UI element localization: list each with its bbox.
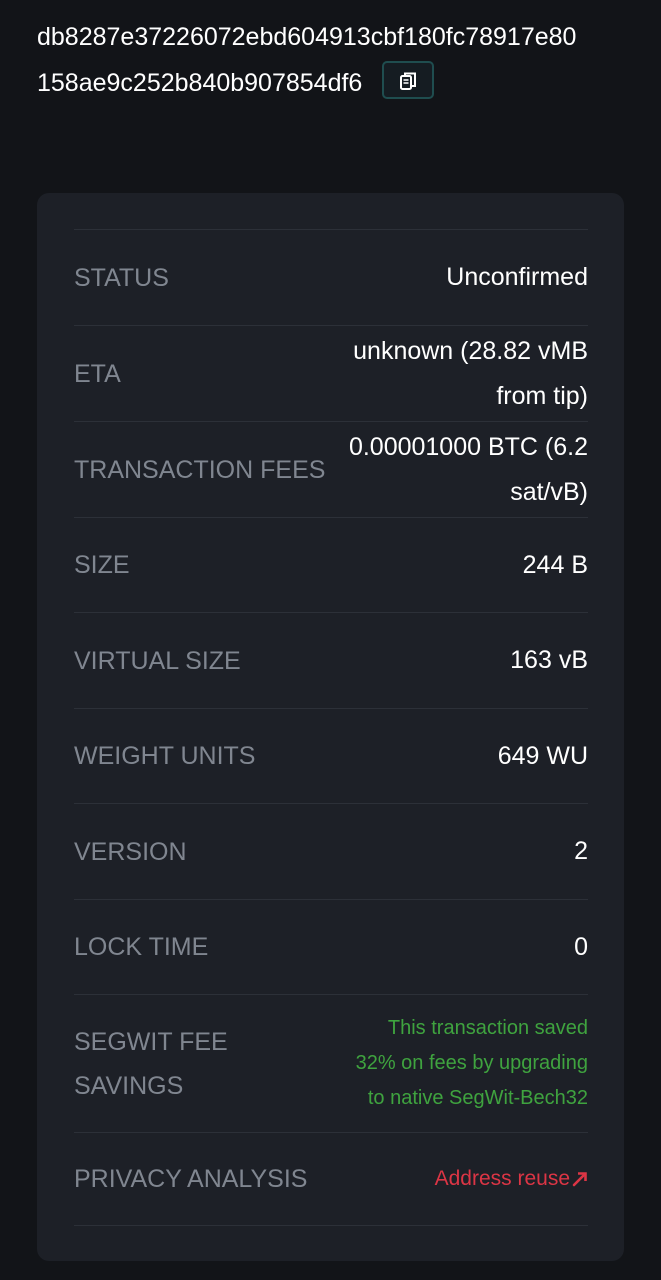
segwit-value-line-3: to native SegWit-Bech32 <box>367 1087 588 1109</box>
details-table: STATUS Unconfirmed ETA unknown (28.82 vM… <box>74 229 588 1226</box>
status-label: STATUS <box>74 263 169 292</box>
copy-txid-button[interactable] <box>382 61 435 100</box>
copy-icon <box>400 72 417 91</box>
segwit-savings-label: SEGWIT FEE SAVINGS <box>74 1020 228 1108</box>
segwit-label-line-2: SAVINGS <box>74 1071 184 1100</box>
version-label: VERSION <box>74 837 187 866</box>
virtual-size-value: 163 vB <box>510 646 588 674</box>
transaction-id: db8287e37226072ebd604913cbf180fc78917e80… <box>37 14 637 106</box>
eta-value-line-1: unknown (28.82 vMB <box>353 336 588 365</box>
version-row: VERSION 2 <box>74 804 588 900</box>
eta-label: ETA <box>74 359 121 388</box>
fees-value-line-1: 0.00001000 BTC (6.2 <box>348 432 588 461</box>
status-row: STATUS Unconfirmed <box>74 230 588 326</box>
segwit-value-line-2: 32% on fees by upgrading <box>355 1052 588 1074</box>
size-row: SIZE 244 B <box>74 518 588 613</box>
lock-time-value: 0 <box>574 932 588 961</box>
weight-units-row: WEIGHT UNITS 649 WU <box>74 709 588 804</box>
fees-value: 0.00001000 BTC (6.2 sat/vB) <box>349 425 588 515</box>
address-reuse-text: Address reuse <box>434 1167 570 1190</box>
privacy-analysis-row: PRIVACY ANALYSIS Address reuse <box>74 1133 588 1226</box>
segwit-value-line-1: This transaction saved <box>387 1017 588 1039</box>
fees-value-line-2: sat/vB) <box>510 477 588 506</box>
txid-line-2: 158ae9c252b840b907854df6 <box>37 60 637 106</box>
external-link-arrow-icon <box>572 1172 587 1187</box>
size-value: 244 B <box>522 550 588 579</box>
fees-label: TRANSACTION FEES <box>74 455 326 484</box>
virtual-size-label: VIRTUAL SIZE <box>74 646 241 675</box>
version-value: 2 <box>574 837 588 865</box>
lock-time-label: LOCK TIME <box>74 933 209 961</box>
lock-time-row: LOCK TIME 0 <box>74 900 588 995</box>
eta-value: unknown (28.82 vMB from tip) <box>353 329 588 419</box>
virtual-size-row: VIRTUAL SIZE 163 vB <box>74 613 588 709</box>
segwit-label-line-1: SEGWIT FEE <box>74 1027 228 1056</box>
privacy-analysis-label: PRIVACY ANALYSIS <box>74 1165 308 1193</box>
weight-units-label: WEIGHT UNITS <box>74 742 256 770</box>
eta-row: ETA unknown (28.82 vMB from tip) <box>74 326 588 422</box>
eta-value-line-2: from tip) <box>496 381 588 410</box>
segwit-savings-row: SEGWIT FEE SAVINGS This transaction save… <box>74 995 588 1133</box>
status-value: Unconfirmed <box>446 263 588 291</box>
txid-line-1: db8287e37226072ebd604913cbf180fc78917e80 <box>37 23 577 51</box>
address-reuse-link[interactable]: Address reuse <box>435 1164 588 1194</box>
weight-units-value: 649 WU <box>497 741 588 770</box>
fees-row: TRANSACTION FEES 0.00001000 BTC (6.2 sat… <box>74 422 588 518</box>
size-label: SIZE <box>74 551 130 579</box>
segwit-savings-value: This transaction saved 32% on fees by up… <box>356 1011 588 1116</box>
transaction-details-card: STATUS Unconfirmed ETA unknown (28.82 vM… <box>37 193 624 1261</box>
txid-line-2-text: 158ae9c252b840b907854df6 <box>37 69 363 97</box>
